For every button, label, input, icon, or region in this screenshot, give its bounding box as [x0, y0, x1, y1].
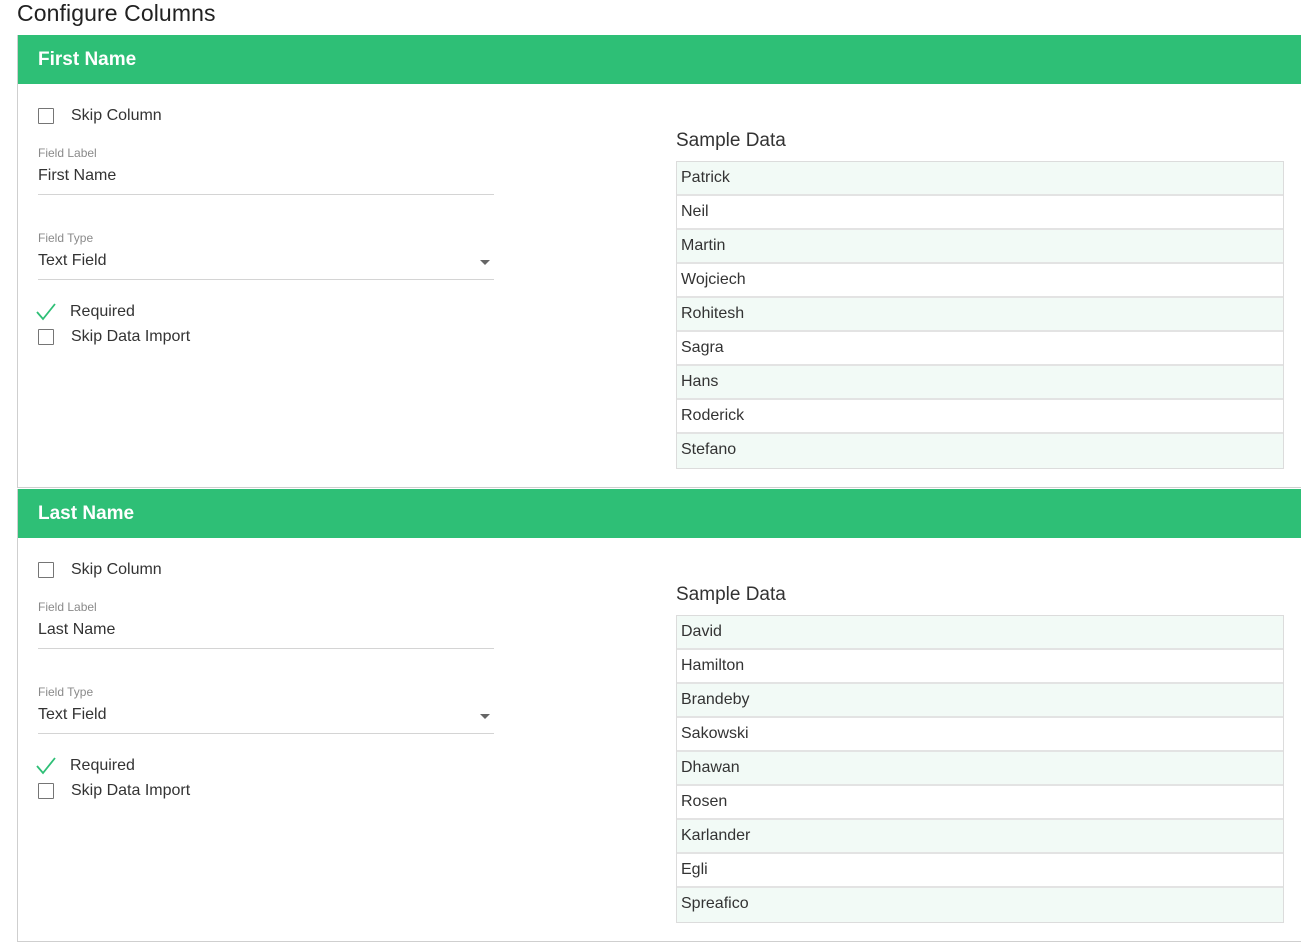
field-label-input[interactable]: Field Label Last Name [38, 600, 494, 649]
sample-data-row: Karlander [677, 820, 1283, 854]
required-row[interactable]: Required [35, 755, 135, 777]
sample-data-row: Rohitesh [677, 298, 1283, 332]
column-card-last-name: Last Name Skip Column Field Label Last N… [17, 489, 1301, 942]
sample-data-row: Sagra [677, 332, 1283, 366]
sample-data-row: Wojciech [677, 264, 1283, 298]
field-type-value[interactable]: Text Field [38, 705, 494, 725]
skip-data-import-checkbox[interactable] [38, 329, 54, 345]
skip-column-label: Skip Column [71, 561, 162, 578]
sample-data-row: Roderick [677, 400, 1283, 434]
sample-data-row: Egli [677, 854, 1283, 888]
skip-data-import-label: Skip Data Import [71, 328, 191, 345]
skip-data-import-row[interactable]: Skip Data Import [38, 780, 190, 802]
sample-data-row: Stefano [677, 434, 1283, 468]
sample-data-row: Hans [677, 366, 1283, 400]
required-label: Required [70, 757, 135, 774]
required-check-icon[interactable] [35, 755, 57, 777]
skip-column-checkbox[interactable] [38, 562, 54, 578]
field-type-select[interactable]: Field Type Text Field [38, 685, 494, 734]
skip-column-row[interactable]: Skip Column [38, 559, 162, 581]
skip-column-row[interactable]: Skip Column [38, 105, 162, 127]
column-card-header[interactable]: Last Name [18, 489, 1301, 538]
skip-column-label: Skip Column [71, 107, 162, 124]
sample-data-row: Sakowski [677, 718, 1283, 752]
field-label-input[interactable]: Field Label First Name [38, 146, 494, 195]
sample-data-row: Dhawan [677, 752, 1283, 786]
skip-column-checkbox[interactable] [38, 108, 54, 124]
dropdown-arrow-icon[interactable] [480, 714, 490, 719]
required-check-icon[interactable] [35, 301, 57, 323]
required-label: Required [70, 303, 135, 320]
sample-data-row: Martin [677, 230, 1283, 264]
field-label-caption: Field Label [38, 146, 97, 160]
dropdown-arrow-icon[interactable] [480, 260, 490, 265]
field-type-caption: Field Type [38, 231, 94, 245]
field-label-caption: Field Label [38, 600, 97, 614]
skip-data-import-row[interactable]: Skip Data Import [38, 326, 190, 348]
column-card-header[interactable]: First Name [18, 35, 1301, 84]
field-label-value[interactable]: First Name [38, 166, 494, 186]
field-label-value[interactable]: Last Name [38, 620, 494, 640]
sample-data-title: Sample Data [676, 130, 786, 151]
sample-data-row: Brandeby [677, 684, 1283, 718]
field-type-caption: Field Type [38, 685, 94, 699]
sample-data-row: Patrick [677, 162, 1283, 196]
sample-data-title: Sample Data [676, 584, 786, 605]
field-type-value[interactable]: Text Field [38, 251, 494, 271]
sample-data-table: David Hamilton Brandeby Sakowski Dhawan … [676, 615, 1284, 923]
skip-data-import-checkbox[interactable] [38, 783, 54, 799]
column-card-first-name: First Name Skip Column Field Label First… [17, 35, 1301, 488]
sample-data-row: Spreafico [677, 888, 1283, 922]
field-type-select[interactable]: Field Type Text Field [38, 231, 494, 280]
sample-data-row: Rosen [677, 786, 1283, 820]
sample-data-row: David [677, 616, 1283, 650]
required-row[interactable]: Required [35, 301, 135, 323]
sample-data-row: Hamilton [677, 650, 1283, 684]
skip-data-import-label: Skip Data Import [71, 782, 191, 799]
page-title: Configure Columns [17, 0, 216, 26]
sample-data-row: Neil [677, 196, 1283, 230]
sample-data-table: Patrick Neil Martin Wojciech Rohitesh Sa… [676, 161, 1284, 469]
